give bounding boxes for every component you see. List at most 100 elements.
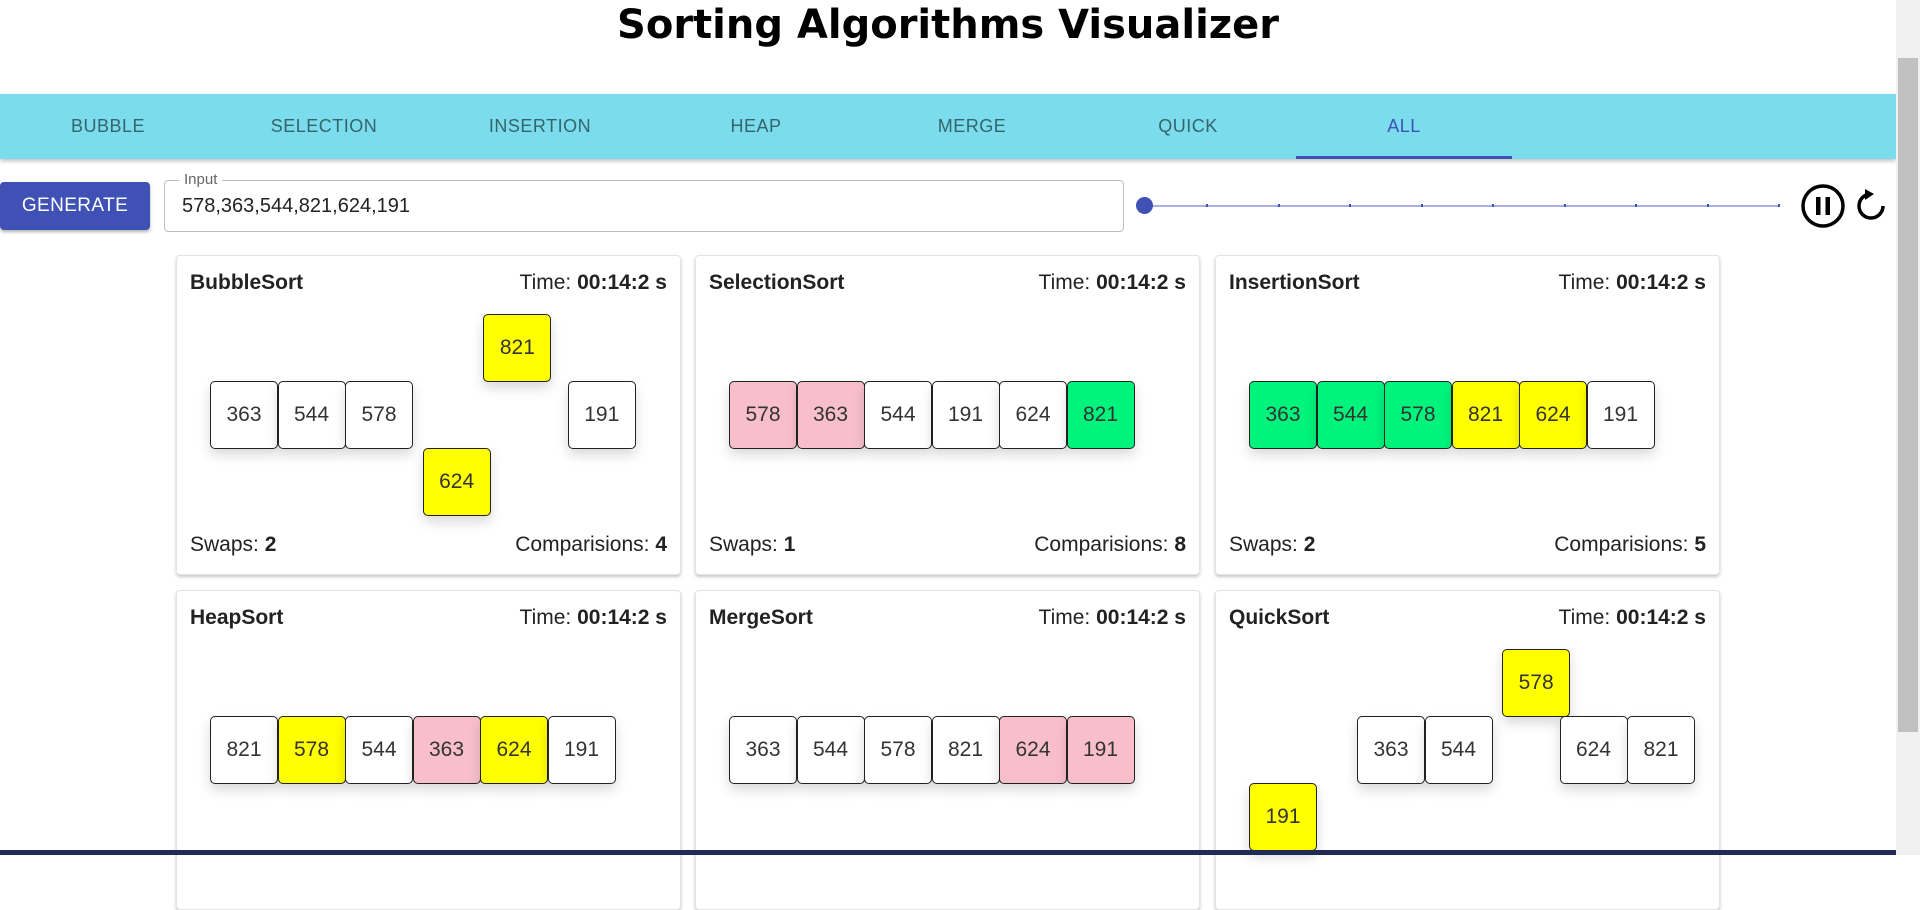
scroll-thumb[interactable] [1898, 58, 1918, 732]
pause-circle-icon[interactable] [1800, 183, 1846, 229]
card-heapsort: HeapSortTime: 00:14:2 s82157854436362419… [176, 590, 681, 910]
array-cell: 544 [1425, 716, 1493, 784]
slider-mark [1778, 204, 1780, 207]
time-label: Time: [1559, 606, 1611, 629]
time-readout: Time: 00:14:2 s [520, 271, 667, 295]
array-cell: 578 [345, 381, 413, 449]
slider-mark [1707, 204, 1709, 207]
tab-quick[interactable]: QUICK [1080, 94, 1296, 159]
time-readout: Time: 00:14:2 s [1039, 271, 1186, 295]
comparisons-label: Comparisions: [515, 533, 649, 556]
array-cell: 624 [999, 381, 1067, 449]
card-insertionsort: InsertionSort Time: 00:14:2 s Swaps: 2 Comp… [1215, 255, 1720, 575]
tab-heap[interactable]: HEAP [648, 94, 864, 159]
comparisons-label: Comparisions: [1554, 533, 1688, 556]
algorithm-name: SelectionSort [709, 271, 844, 295]
swaps-label: Swaps: [709, 533, 778, 556]
swaps-readout: Swaps: 2 [190, 533, 276, 557]
time-readout: Time: 00:14:2 s [1559, 606, 1706, 630]
array-cell: 821 [1627, 716, 1695, 784]
comparisons-readout: Comparisions: 5 [1554, 533, 1706, 557]
slider-mark [1206, 204, 1208, 207]
slider-rail [1136, 205, 1779, 207]
array-cell: 363 [729, 716, 797, 784]
array-cell: 578 [1384, 381, 1452, 449]
bottom-bar [0, 850, 1896, 855]
swaps-label: Swaps: [190, 533, 259, 556]
comparisons-readout: Comparisions: 4 [515, 533, 667, 557]
input-field-wrapper: Input [164, 180, 1124, 232]
array-cell: 363 [797, 381, 865, 449]
array-cell: 191 [548, 716, 616, 784]
array-cell: 191 [1067, 716, 1135, 784]
time-value: 00:14:2 s [577, 271, 667, 294]
slider-mark [1635, 204, 1637, 207]
comparisons-readout: Comparisions: 8 [1034, 533, 1186, 557]
slider-thumb[interactable] [1136, 197, 1153, 214]
slider-mark [1564, 204, 1566, 207]
array-cell: 624 [1519, 381, 1587, 449]
time-label: Time: [1039, 606, 1091, 629]
tab-bubble[interactable]: BUBBLE [0, 94, 216, 159]
speed-slider[interactable] [1136, 196, 1779, 216]
array-cell: 821 [210, 716, 278, 784]
algorithm-tabs: BUBBLE SELECTION INSERTION HEAP MERGE QU… [0, 94, 1896, 159]
card-bubblesort: BubbleSortTime: 00:14:2 sSwaps: 2Compari… [176, 255, 681, 575]
slider-mark [1492, 204, 1494, 207]
array-cell: 821 [483, 314, 551, 382]
array-cell: 821 [932, 716, 1000, 784]
tab-insertion[interactable]: INSERTION [432, 94, 648, 159]
array-cell: 624 [1560, 716, 1628, 784]
array-cell: 578 [864, 716, 932, 784]
page-title: Sorting Algorithms Visualizer [0, 0, 1896, 50]
array-cell: 544 [278, 381, 346, 449]
array-cell: 544 [864, 381, 932, 449]
comparisons-value: 5 [1694, 533, 1706, 556]
time-value: 00:14:2 s [1616, 606, 1706, 629]
tab-all[interactable]: ALL [1296, 94, 1512, 159]
swaps-label: Swaps: [1229, 533, 1298, 556]
array-cell: 578 [729, 381, 797, 449]
array-cell: 821 [1452, 381, 1520, 449]
vertical-scrollbar[interactable] [1896, 0, 1920, 855]
algorithm-name: InsertionSort [1229, 271, 1360, 295]
array-cell: 363 [1357, 716, 1425, 784]
tab-selection[interactable]: SELECTION [216, 94, 432, 159]
array-cell: 821 [1067, 381, 1135, 449]
comparisons-label: Comparisions: [1034, 533, 1168, 556]
slider-mark [1421, 204, 1423, 207]
swaps-value: 1 [784, 533, 796, 556]
comparisons-value: 8 [1174, 533, 1186, 556]
array-cell: 191 [1249, 783, 1317, 851]
comparisons-value: 4 [655, 533, 667, 556]
array-cell: 191 [568, 381, 636, 449]
swaps-value: 2 [1304, 533, 1316, 556]
array-cell: 191 [932, 381, 1000, 449]
card-mergesort: MergeSortTime: 00:14:2 s3635445788216241… [695, 590, 1200, 910]
generate-button[interactable]: GENERATE [0, 182, 150, 230]
time-value: 00:14:2 s [577, 606, 667, 629]
card-quicksort: QuickSort Time: 00:14:2 s 191 3635445786248… [1215, 590, 1720, 910]
time-readout: Time: 00:14:2 s [1559, 271, 1706, 295]
array-cell: 363 [1249, 381, 1317, 449]
time-label: Time: [520, 606, 572, 629]
algorithm-name: QuickSort [1229, 606, 1329, 630]
array-cell: 544 [345, 716, 413, 784]
time-label: Time: [1559, 271, 1611, 294]
reset-icon[interactable] [1852, 183, 1898, 229]
tab-merge[interactable]: MERGE [864, 94, 1080, 159]
algorithm-name: HeapSort [190, 606, 283, 630]
array-cell: 363 [413, 716, 481, 784]
slider-mark [1278, 204, 1280, 207]
time-value: 00:14:2 s [1096, 606, 1186, 629]
array-cell: 544 [1317, 381, 1385, 449]
array-cell: 363 [210, 381, 278, 449]
time-label: Time: [1039, 271, 1091, 294]
array-input[interactable] [182, 192, 1102, 220]
array-cell: 578 [278, 716, 346, 784]
time-value: 00:14:2 s [1616, 271, 1706, 294]
time-readout: Time: 00:14:2 s [520, 606, 667, 630]
array-cell: 191 [1587, 381, 1655, 449]
swaps-value: 2 [265, 533, 277, 556]
array-cell: 578 [1502, 649, 1570, 717]
